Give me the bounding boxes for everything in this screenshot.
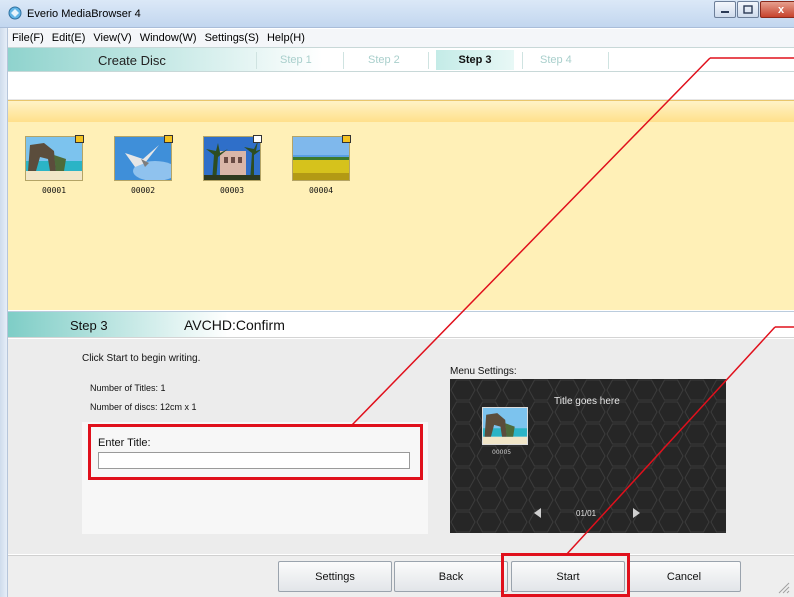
sea-arch-image: [26, 137, 82, 180]
thumbnail-item[interactable]: 00004: [292, 135, 351, 198]
previous-page-icon[interactable]: [534, 508, 541, 518]
start-highlight-box: [501, 553, 630, 597]
window-left-border: [0, 28, 8, 597]
menu-settings[interactable]: Settings(S): [201, 32, 263, 44]
step-bar: Create Disc Step 1 Step 2 Step 3 Step 4: [8, 47, 794, 72]
step-1: Step 1: [280, 54, 312, 66]
thumbnail-caption: 00002: [130, 186, 156, 195]
app-icon: [8, 6, 22, 20]
maximize-icon: [743, 5, 753, 14]
close-button[interactable]: x: [760, 1, 794, 18]
palm-building-image: [204, 137, 260, 180]
file-badge: [342, 135, 351, 143]
app-window: Everio MediaBrowser 4 x File(F) Edit(E) …: [0, 0, 794, 597]
menu-help[interactable]: Help(H): [263, 32, 309, 44]
seagull-image: [115, 137, 171, 180]
step-divider: [256, 52, 257, 69]
title-bar: Everio MediaBrowser 4 x: [0, 0, 794, 28]
maximize-button[interactable]: [737, 1, 759, 18]
preview-title-text: Title goes here: [554, 396, 620, 407]
step-4: Step 4: [540, 54, 572, 66]
resize-grip-icon[interactable]: [776, 580, 790, 594]
minimize-icon: [721, 10, 729, 13]
confirm-header: Step 3 AVCHD:Confirm: [8, 311, 794, 338]
thumbnail-item[interactable]: 00002: [114, 135, 173, 198]
thumbnail-item[interactable]: 00003: [203, 135, 262, 198]
thumbnail-item[interactable]: 00001: [25, 135, 84, 198]
flower-field-image: [293, 137, 349, 180]
cancel-button[interactable]: Cancel: [627, 561, 741, 592]
menu-preview: Title goes here 00005 01/01: [450, 379, 726, 533]
step-divider: [343, 52, 344, 69]
button-bar: Settings Back Start Cancel: [8, 555, 794, 597]
thumbnail-caption: 00004: [308, 186, 334, 195]
step-divider: [522, 52, 523, 69]
header-strip: [8, 100, 794, 122]
preview-thumbnail-caption: 00005: [492, 449, 512, 456]
menu-edit[interactable]: Edit(E): [48, 32, 90, 44]
instruction-text: Click Start to begin writing.: [82, 353, 201, 364]
preview-page-indicator: 01/01: [576, 509, 597, 518]
menu-view[interactable]: View(V): [89, 32, 135, 44]
number-of-discs: Number of discs: 12cm x 1: [90, 402, 197, 412]
thumbnail-caption: 00003: [219, 186, 245, 195]
file-badge: [164, 135, 173, 143]
page-title: Create Disc: [98, 53, 166, 68]
title-highlight-box: [88, 424, 423, 480]
step-divider: [428, 52, 429, 69]
file-badge: [75, 135, 84, 143]
sea-arch-image: [483, 408, 527, 444]
toolbar-strip: [8, 73, 794, 100]
back-button[interactable]: Back: [394, 561, 508, 592]
menu-window[interactable]: Window(W): [136, 32, 201, 44]
menu-settings-label: Menu Settings:: [450, 366, 517, 377]
menu-bar: File(F) Edit(E) View(V) Window(W) Settin…: [8, 29, 794, 47]
step-2: Step 2: [368, 54, 400, 66]
preview-thumbnail[interactable]: [482, 407, 528, 445]
step-3: Step 3: [436, 50, 514, 70]
close-icon: x: [777, 3, 785, 16]
menu-file[interactable]: File(F): [8, 32, 48, 44]
file-badge: [253, 135, 262, 143]
window-controls: x: [714, 1, 794, 20]
next-page-icon[interactable]: [633, 508, 640, 518]
step-divider: [608, 52, 609, 69]
confirm-title: AVCHD:Confirm: [184, 317, 285, 333]
thumbnail-caption: 00001: [41, 186, 67, 195]
confirm-step-label: Step 3: [70, 318, 108, 333]
minimize-button[interactable]: [714, 1, 736, 18]
thumbnail-area: 00001 00002 00003 00004: [8, 122, 794, 310]
window-title: Everio MediaBrowser 4: [27, 8, 141, 20]
number-of-titles: Number of Titles: 1: [90, 383, 166, 393]
settings-button[interactable]: Settings: [278, 561, 392, 592]
